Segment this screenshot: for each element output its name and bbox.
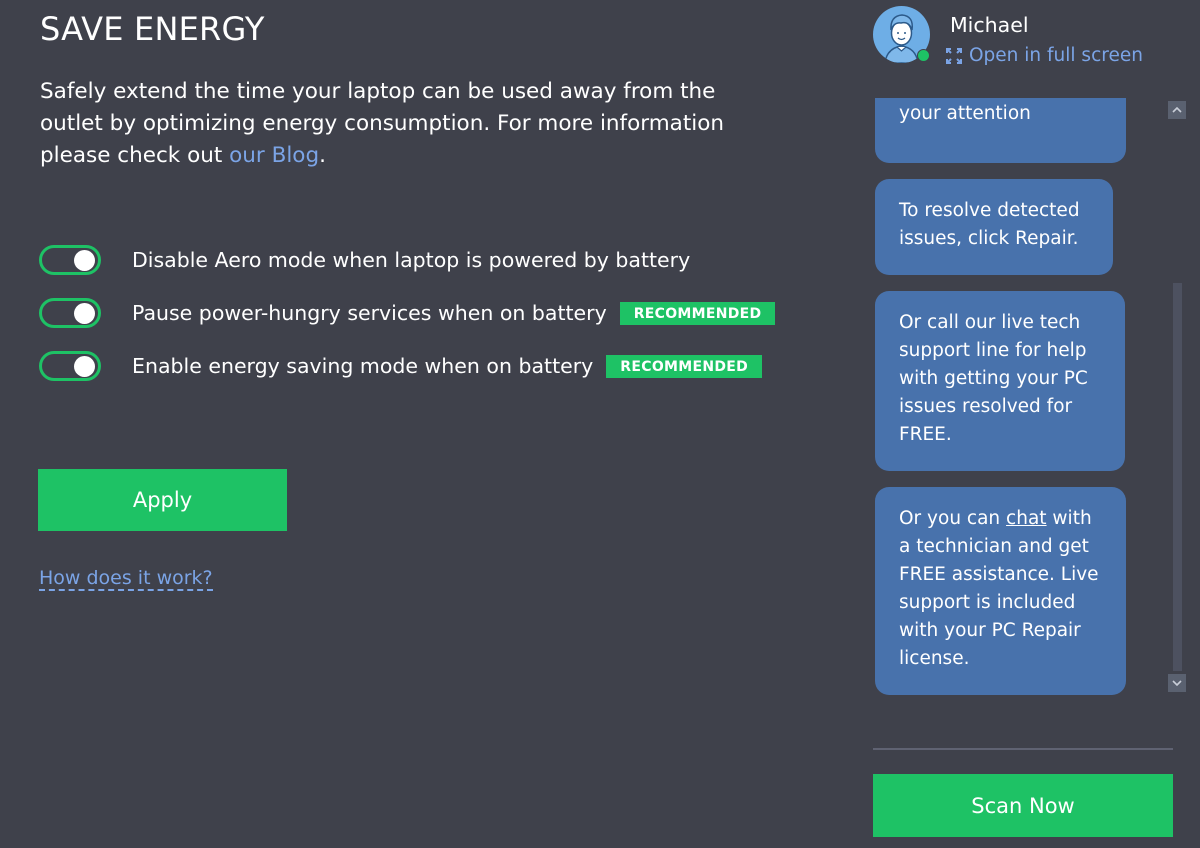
toggle-knob [74, 303, 95, 324]
how-does-it-work-link[interactable]: How does it work? [39, 567, 213, 591]
scroll-down-button[interactable] [1168, 674, 1186, 692]
toggle-pause-services[interactable] [39, 298, 101, 328]
chat-message: Or call our live tech support line for h… [875, 291, 1125, 471]
option-label: Pause power-hungry services when on batt… [132, 301, 607, 325]
recommended-badge: RECOMMENDED [606, 354, 763, 378]
full-screen-label: Open in full screen [969, 45, 1143, 66]
message-text: issues that may need your attention [899, 103, 1031, 124]
option-label: Enable energy saving mode when on batter… [132, 354, 594, 378]
online-status-indicator [917, 49, 930, 62]
blog-link[interactable]: our Blog [229, 143, 319, 168]
toggle-knob [74, 250, 95, 271]
description-end: . [319, 143, 326, 168]
option-pause-services: Pause power-hungry services when on batt… [39, 296, 776, 330]
agent-name: Michael [950, 13, 1029, 37]
chat-message: To resolve detected issues, click Repair… [875, 179, 1113, 275]
options-list: Disable Aero mode when laptop is powered… [39, 243, 776, 402]
chat-link[interactable]: chat [1006, 508, 1047, 529]
message-text: with a technician and get FREE assistanc… [899, 508, 1099, 669]
description-text: Safely extend the time your laptop can b… [40, 79, 725, 168]
chat-message: issues that may need your attention [875, 98, 1126, 163]
recommended-badge: RECOMMENDED [619, 301, 776, 325]
scrollbar-thumb[interactable] [1173, 283, 1182, 671]
scroll-up-button[interactable] [1168, 101, 1186, 119]
open-full-screen-link[interactable]: Open in full screen [946, 45, 1143, 66]
page-title: SAVE ENERGY [40, 10, 265, 48]
chat-sidebar: Michael Open in full screen issues that … [860, 0, 1200, 848]
option-energy-saving: Enable energy saving mode when on batter… [39, 349, 775, 383]
message-text: Or you can [899, 508, 1007, 529]
expand-icon [946, 47, 962, 64]
page-description: Safely extend the time your laptop can b… [40, 76, 760, 172]
toggle-energy-saving[interactable] [39, 351, 101, 381]
chat-messages: issues that may need your attention To r… [860, 98, 1160, 698]
toggle-disable-aero[interactable] [39, 245, 101, 275]
option-disable-aero: Disable Aero mode when laptop is powered… [39, 243, 775, 277]
chevron-up-icon [1172, 107, 1182, 113]
apply-button[interactable]: Apply [38, 469, 287, 531]
message-text: Or call our live tech support line for h… [899, 312, 1088, 445]
toggle-knob [74, 356, 95, 377]
message-text: To resolve detected issues, click Repair… [899, 200, 1080, 249]
option-label: Disable Aero mode when laptop is powered… [132, 248, 691, 272]
divider [873, 748, 1173, 750]
chat-message: Or you can chat with a technician and ge… [875, 487, 1126, 695]
scan-now-button[interactable]: Scan Now [873, 774, 1173, 837]
main-panel: SAVE ENERGY Safely extend the time your … [38, 0, 840, 848]
chevron-down-icon [1172, 680, 1182, 686]
